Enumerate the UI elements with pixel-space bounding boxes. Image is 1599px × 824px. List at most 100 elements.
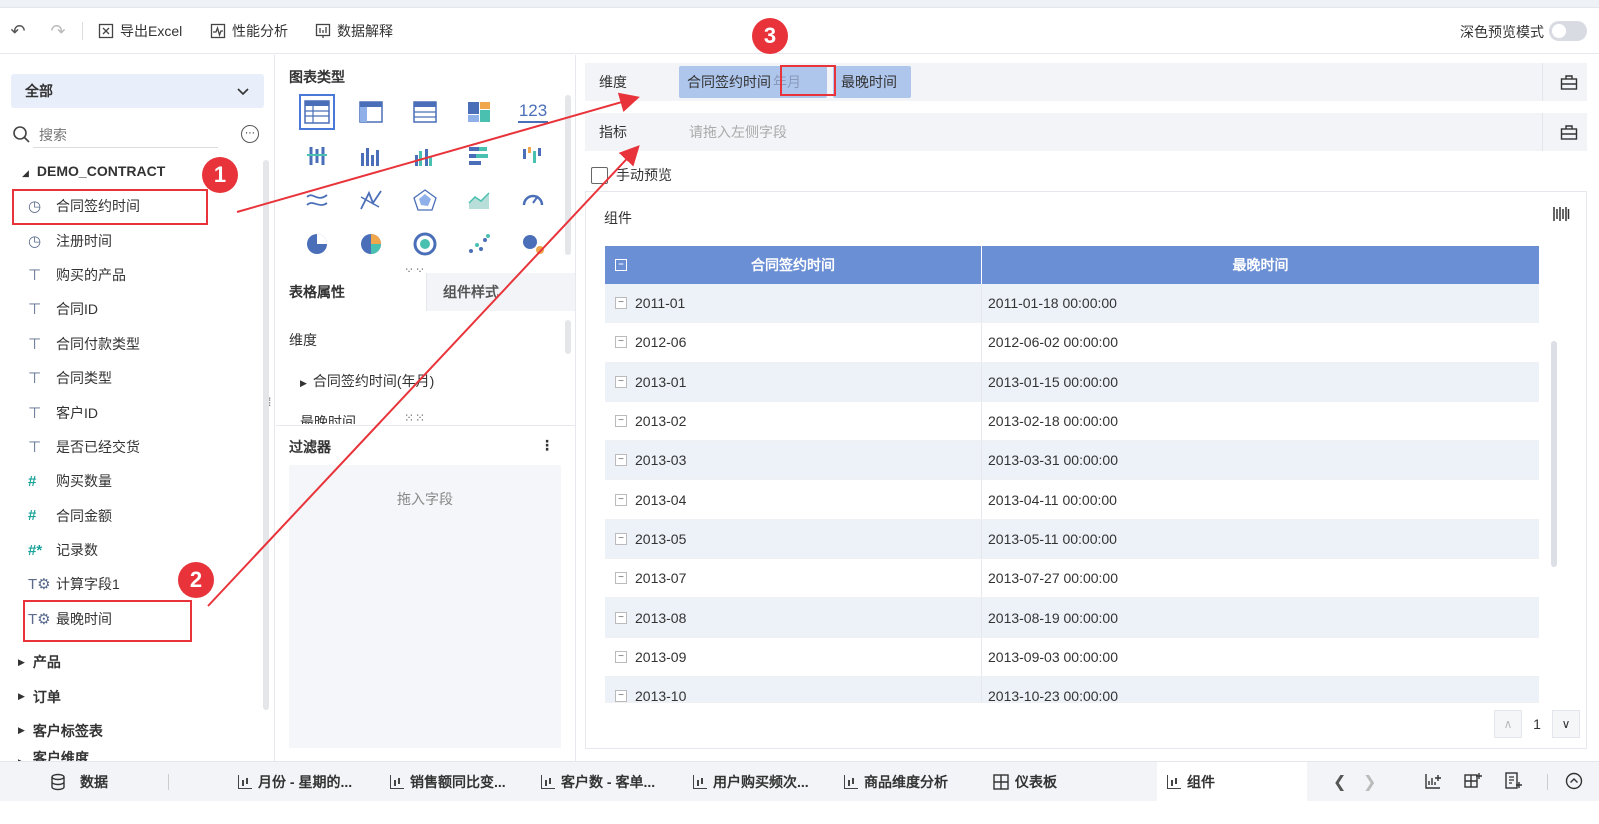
chart-type-scatter[interactable] (452, 222, 506, 266)
collapse-row-icon[interactable]: − (615, 415, 627, 428)
tab-component-style[interactable]: 组件样式 (426, 273, 575, 311)
collapse-all-icon[interactable]: − (615, 259, 627, 271)
table-header-cell[interactable]: 最晚时间 (982, 246, 1539, 284)
tab-component[interactable]: 组件 (1157, 762, 1307, 802)
lock-settings-icon[interactable] (1559, 122, 1579, 142)
dimension-pill-latest-time[interactable]: 最晚时间 (833, 66, 911, 98)
field-item[interactable]: # 购买数量 (14, 464, 259, 498)
chart-type-line[interactable] (290, 178, 344, 222)
add-chart-icon[interactable] (1424, 772, 1442, 795)
tab-product-analysis[interactable]: 商品维度分析 (844, 762, 948, 802)
dark-preview-toggle[interactable] (1549, 21, 1587, 41)
chart-type-dot-bar[interactable] (290, 134, 344, 178)
performance-analysis-button[interactable]: 性能分析 (210, 19, 288, 43)
data-explain-button[interactable]: 数据解释 (315, 19, 393, 43)
dimension-property-item-2[interactable]: 最晚时间 (300, 412, 356, 424)
collapse-row-icon[interactable]: − (615, 375, 627, 388)
export-excel-button[interactable]: 导出Excel (98, 19, 182, 43)
chart-type-multi-pie[interactable] (344, 222, 398, 266)
tab-dashboard[interactable]: 仪表板 (993, 762, 1057, 802)
field-item[interactable]: ⊤ 合同类型 (14, 361, 259, 395)
chart-type-waterfall[interactable] (506, 134, 560, 178)
page-down-button[interactable]: ∨ (1552, 710, 1580, 738)
filter-drop-zone[interactable]: 拖入字段 (289, 465, 561, 748)
chart-type-detail-table[interactable] (398, 90, 452, 134)
redo-icon[interactable]: ↷ (46, 19, 70, 43)
table-row[interactable]: −2013-05 2013-05-11 00:00:00 (605, 519, 1539, 560)
chart-type-table[interactable] (290, 90, 344, 134)
tab-month-weekday[interactable]: 月份 - 星期的... (238, 762, 352, 802)
chart-type-scrollbar[interactable] (565, 95, 571, 255)
resize-handle-icon[interactable]: ⁙⁙ (404, 411, 426, 425)
table-row[interactable]: −2012-06 2012-06-02 00:00:00 (605, 323, 1539, 363)
scope-select[interactable]: 全部 (11, 74, 264, 108)
collapse-row-icon[interactable]: − (615, 532, 627, 545)
chart-type-stacked-bar[interactable] (452, 134, 506, 178)
table-row[interactable]: −2013-08 2013-08-19 00:00:00 (605, 598, 1539, 638)
manual-preview-checkbox[interactable] (591, 166, 608, 184)
chart-type-gauge[interactable] (506, 178, 560, 222)
group-node[interactable]: ▶ 产品 (18, 645, 263, 679)
table-row[interactable]: −2013-09 2013-09-03 00:00:00 (605, 637, 1539, 677)
collapse-row-icon[interactable]: − (615, 611, 627, 624)
barcode-icon[interactable] (1552, 206, 1570, 225)
group-node[interactable]: ▶ 客户标签表 (18, 714, 263, 748)
tab-prev-icon[interactable]: ❮ (1333, 772, 1346, 792)
add-report-icon[interactable] (1504, 772, 1522, 795)
chart-type-column[interactable] (344, 134, 398, 178)
more-options-icon[interactable]: ⋯ (241, 125, 259, 143)
table-row[interactable]: −2013-01 2013-01-15 00:00:00 (605, 362, 1539, 402)
dataset-node[interactable]: ◢ DEMO_CONTRACT (22, 163, 165, 179)
table-row[interactable]: −2013-07 2013-07-27 00:00:00 (605, 559, 1539, 599)
tab-next-icon[interactable]: ❯ (1363, 772, 1376, 792)
table-scrollbar[interactable] (1551, 341, 1557, 567)
lock-settings-icon[interactable] (1559, 72, 1579, 92)
field-item[interactable]: ⊤ 是否已经交货 (14, 430, 259, 464)
measure-well[interactable]: 指标 请拖入左侧字段 (585, 113, 1587, 151)
collapse-row-icon[interactable]: − (615, 690, 627, 702)
field-item[interactable]: ⊤ 购买的产品 (14, 258, 259, 292)
table-row[interactable]: −2013-03 2013-03-31 00:00:00 (605, 441, 1539, 481)
table-row[interactable]: −2013-10 2013-10-23 00:00:00 (605, 676, 1539, 703)
chart-type-rose[interactable] (398, 222, 452, 266)
field-item[interactable]: ⊤ 合同ID (14, 292, 259, 326)
collapse-row-icon[interactable]: − (615, 493, 627, 506)
table-row[interactable]: −2011-01 2011-01-18 00:00:00 (605, 284, 1539, 324)
property-scrollbar[interactable] (565, 320, 571, 354)
chart-type-radar[interactable] (398, 178, 452, 222)
table-header-cell[interactable]: − 合同签约时间 (605, 246, 982, 284)
chart-type-pie[interactable] (290, 222, 344, 266)
chart-type-treemap[interactable] (452, 90, 506, 134)
collapse-row-icon[interactable]: − (615, 336, 627, 349)
field-item[interactable]: T⚙ 计算字段1 (14, 567, 259, 601)
page-up-button[interactable]: ∧ (1494, 710, 1522, 738)
tab-table-properties[interactable]: 表格属性 (276, 273, 426, 311)
collapse-row-icon[interactable]: − (615, 297, 627, 310)
chart-type-radar-line[interactable] (344, 178, 398, 222)
collapse-row-icon[interactable]: − (615, 650, 627, 663)
field-item[interactable]: ⊤ 客户ID (14, 395, 259, 429)
field-search-input[interactable] (33, 122, 218, 148)
chart-type-bubble[interactable] (506, 222, 560, 266)
collapse-up-icon[interactable] (1565, 772, 1583, 795)
chart-type-kpi[interactable]: 123 (506, 90, 560, 134)
left-scrollbar[interactable] (263, 160, 269, 710)
tab-customer-count[interactable]: 客户数 - 客单... (541, 762, 655, 802)
group-node[interactable]: ▶ 订单 (18, 679, 263, 713)
table-row[interactable]: −2013-04 2013-04-11 00:00:00 (605, 480, 1539, 520)
chart-type-cross-table[interactable] (344, 90, 398, 134)
tab-data[interactable]: 数据 (50, 762, 108, 802)
manual-preview-option[interactable]: 手动预览 (591, 165, 672, 185)
tab-purchase-frequency[interactable]: 用户购买频次... (693, 762, 809, 802)
tab-sales-yoy[interactable]: 销售额同比变... (390, 762, 506, 802)
field-item[interactable]: ⊤ 合同付款类型 (14, 327, 259, 361)
chart-type-grouped-column[interactable] (398, 134, 452, 178)
dimension-well[interactable]: 维度 合同签约时间 年月 最晚时间 (585, 63, 1587, 101)
panel-resize-handle-icon[interactable]: ⁞ (268, 395, 272, 409)
collapse-row-icon[interactable]: − (615, 454, 627, 467)
dimension-property-item[interactable]: ▶ 合同签约时间(年月) (300, 371, 434, 391)
field-item[interactable]: # 合同金额 (14, 499, 259, 533)
filter-more-icon[interactable]: ⋮ (540, 437, 554, 454)
undo-icon[interactable]: ↶ (6, 19, 30, 43)
field-item[interactable]: #* 记录数 (14, 533, 259, 567)
